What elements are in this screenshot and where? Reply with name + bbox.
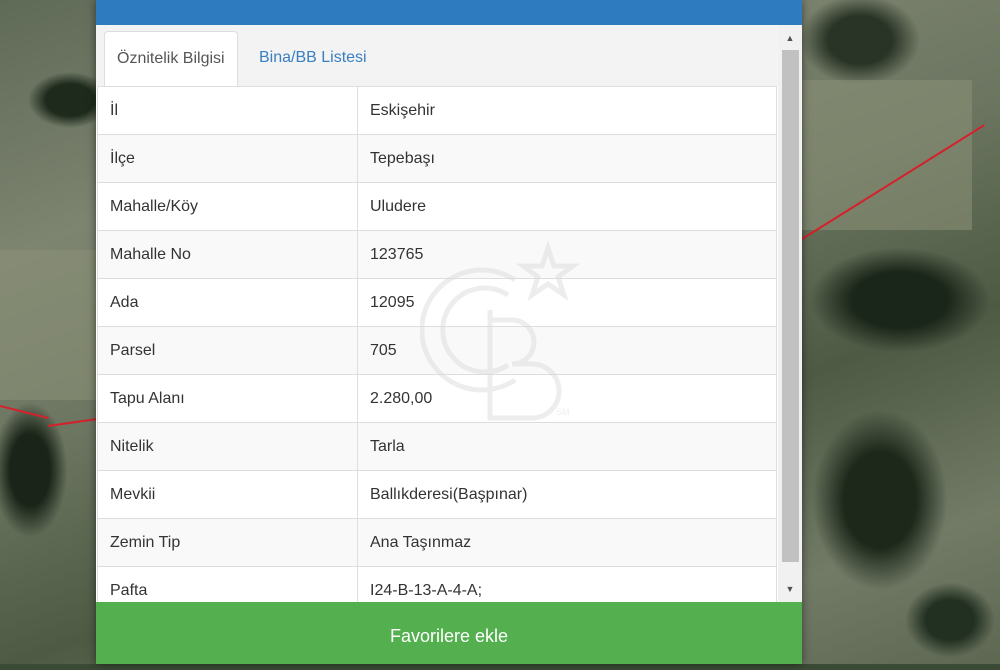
attribute-key: İlçe — [97, 134, 358, 183]
vertical-scrollbar[interactable]: ▲ ▼ — [778, 25, 802, 602]
attribute-key: Zemin Tip — [97, 518, 358, 567]
attribute-value: 705 — [357, 326, 777, 375]
attribute-key: Mevkii — [97, 470, 358, 519]
attribute-value: Eskişehir — [357, 86, 777, 135]
map-field-left — [0, 250, 96, 400]
attribute-table-container: İl Eskişehir İlçe Tepebaşı Mahalle/Köy Ulud… — [96, 86, 778, 602]
table-row: Nitelik Tarla — [97, 422, 777, 471]
attribute-key: Mahalle/Köy — [97, 182, 358, 231]
attribute-table: İl Eskişehir İlçe Tepebaşı Mahalle/Köy Ulud… — [97, 86, 777, 602]
attribute-value: 2.280,00 — [357, 374, 777, 423]
table-row: İl Eskişehir — [97, 86, 777, 135]
table-row: Tapu Alanı 2.280,00 — [97, 374, 777, 423]
tab-attribute-info[interactable]: Öznitelik Bilgisi — [104, 31, 238, 87]
attribute-value: Uludere — [357, 182, 777, 231]
attribute-key: Ada — [97, 278, 358, 327]
attribute-key: Nitelik — [97, 422, 358, 471]
attribute-key: Tapu Alanı — [97, 374, 358, 423]
add-to-favorites-button[interactable]: Favorilere ekle — [96, 602, 802, 664]
tab-building-list[interactable]: Bina/BB Listesi — [247, 31, 379, 85]
table-row: Pafta I24-B-13-A-4-A; — [97, 566, 777, 602]
attribute-value: Ana Taşınmaz — [357, 518, 777, 567]
scroll-up-arrow-icon[interactable]: ▲ — [778, 29, 802, 47]
attribute-key: Parsel — [97, 326, 358, 375]
scrollbar-thumb[interactable] — [782, 50, 799, 562]
attribute-key: Pafta — [97, 566, 358, 602]
table-row: Mevkii Ballıkderesi(Başpınar) — [97, 470, 777, 519]
attribute-value: Ballıkderesi(Başpınar) — [357, 470, 777, 519]
table-row: Zemin Tip Ana Taşınmaz — [97, 518, 777, 567]
attribute-key: Mahalle No — [97, 230, 358, 279]
attribute-value: Tarla — [357, 422, 777, 471]
attribute-key: İl — [97, 86, 358, 135]
attribute-value: Tepebaşı — [357, 134, 777, 183]
parcel-info-modal: Öznitelik Bilgisi Bina/BB Listesi İl Eski… — [96, 0, 802, 664]
attribute-value: 123765 — [357, 230, 777, 279]
tab-bar: Öznitelik Bilgisi Bina/BB Listesi — [96, 25, 782, 87]
table-row: Mahalle/Köy Uludere — [97, 182, 777, 231]
map-field-right — [802, 80, 972, 230]
table-row: Ada 12095 — [97, 278, 777, 327]
table-row: İlçe Tepebaşı — [97, 134, 777, 183]
scroll-down-arrow-icon[interactable]: ▼ — [778, 580, 802, 598]
attribute-value: I24-B-13-A-4-A; — [357, 566, 777, 602]
table-row: Mahalle No 123765 — [97, 230, 777, 279]
table-row: Parsel 705 — [97, 326, 777, 375]
modal-header — [96, 0, 802, 25]
attribute-value: 12095 — [357, 278, 777, 327]
